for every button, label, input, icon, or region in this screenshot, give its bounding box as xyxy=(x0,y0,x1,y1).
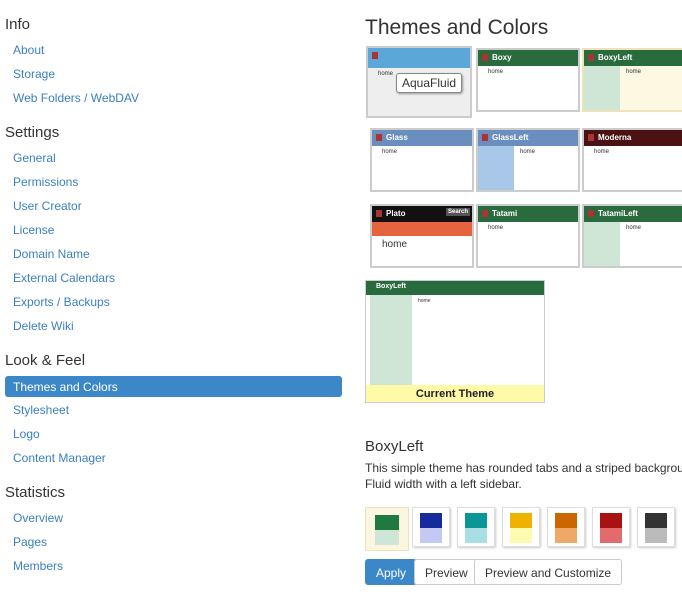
current-theme-label: Current Theme xyxy=(366,385,544,402)
theme-thumb-boxyleft[interactable]: BoxyLeft home xyxy=(582,48,682,112)
theme-thumb-glassleft[interactable]: GlassLeft home xyxy=(476,128,580,192)
sidebar-item-permissions[interactable]: Permissions xyxy=(13,175,78,189)
theme-thumb-title: Boxy xyxy=(478,50,578,66)
sidebar-item-content-manager[interactable]: Content Manager xyxy=(13,451,106,465)
theme-thumb-glass[interactable]: Glass home xyxy=(370,128,474,192)
sidebar-item-about[interactable]: About xyxy=(13,43,44,57)
theme-thumb-sidebar xyxy=(584,222,620,266)
section-heading: Look & Feel xyxy=(5,352,86,369)
theme-thumb-title: Glass xyxy=(372,130,472,146)
page-title: Themes and Colors xyxy=(365,16,549,39)
preview-button[interactable]: Preview xyxy=(414,559,479,585)
color-swatch[interactable] xyxy=(637,507,675,547)
sidebar-item-stylesheet[interactable]: Stylesheet xyxy=(13,403,69,417)
theme-thumb-title: Moderna xyxy=(584,130,682,146)
theme-thumb-plato[interactable]: Plato Search home xyxy=(370,204,474,268)
theme-thumb-home: home xyxy=(594,149,610,155)
color-swatch[interactable] xyxy=(592,507,630,547)
theme-thumb-sidebar xyxy=(584,66,620,110)
color-swatch[interactable] xyxy=(412,507,450,547)
current-theme-home: home xyxy=(418,298,431,304)
color-swatch[interactable] xyxy=(457,507,495,547)
current-theme-sidebar xyxy=(370,295,412,387)
section-heading: Statistics xyxy=(5,484,66,501)
plato-banner xyxy=(372,222,472,236)
theme-name: BoxyLeft xyxy=(365,438,424,455)
sidebar-item-general[interactable]: General xyxy=(13,151,56,165)
swatch-secondary xyxy=(375,530,399,545)
swatch-secondary xyxy=(465,528,487,543)
theme-description: This simple theme has rounded tabs and a… xyxy=(365,461,682,491)
section-heading: Info xyxy=(5,16,31,33)
swatch-secondary xyxy=(510,528,532,543)
swatch-primary xyxy=(555,513,577,528)
current-theme-header: BoxyLeft xyxy=(366,281,544,295)
sidebar-item-themes-and-colors[interactable]: Themes and Colors xyxy=(5,376,342,397)
apply-button[interactable]: Apply xyxy=(365,559,418,585)
theme-thumb-tatamileft[interactable]: TatamiLeft home xyxy=(582,204,682,268)
swatch-secondary xyxy=(420,528,442,543)
sidebar-item-members[interactable]: Members xyxy=(13,559,63,573)
sidebar-item-license[interactable]: License xyxy=(13,223,54,237)
swatch-primary xyxy=(465,513,487,528)
theme-thumb-sidebar xyxy=(478,146,514,190)
preview-customize-button[interactable]: Preview and Customize xyxy=(474,559,623,585)
theme-thumb-moderna[interactable]: Moderna home xyxy=(582,128,682,192)
sidebar-item-overview[interactable]: Overview xyxy=(13,511,63,525)
theme-thumb-tatami[interactable]: Tatami home xyxy=(476,204,580,268)
swatch-primary xyxy=(420,513,442,528)
theme-thumb-title: Tatami xyxy=(478,206,578,222)
theme-thumb-home: home xyxy=(488,69,504,75)
swatch-secondary xyxy=(600,528,622,543)
color-swatch[interactable] xyxy=(365,507,409,551)
theme-tooltip: AquaFluid xyxy=(396,73,463,93)
current-theme-preview: BoxyLeft home Current Theme xyxy=(365,280,545,403)
sidebar-item-web-folders-webdav[interactable]: Web Folders / WebDAV xyxy=(13,91,139,105)
theme-thumb-home: home xyxy=(488,225,504,231)
sidebar-item-user-creator[interactable]: User Creator xyxy=(13,199,82,213)
sidebar-item-logo[interactable]: Logo xyxy=(13,427,40,441)
theme-thumb-home: home xyxy=(382,149,398,155)
theme-thumb-title xyxy=(368,48,470,68)
color-swatch[interactable] xyxy=(547,507,585,547)
sidebar-item-pages[interactable]: Pages xyxy=(13,535,47,549)
sidebar-item-external-calendars[interactable]: External Calendars xyxy=(13,271,115,285)
theme-thumb-boxy[interactable]: Boxy home xyxy=(476,48,580,112)
sidebar-item-storage[interactable]: Storage xyxy=(13,67,55,81)
swatch-secondary xyxy=(645,528,667,543)
swatch-primary xyxy=(645,513,667,528)
section-heading: Settings xyxy=(5,124,60,141)
swatch-primary xyxy=(510,513,532,528)
plato-search: Search xyxy=(445,208,470,216)
theme-thumb-home: home xyxy=(382,239,408,250)
color-swatch[interactable] xyxy=(502,507,540,547)
theme-thumb-title: TatamiLeft xyxy=(584,206,682,222)
theme-thumb-title: BoxyLeft xyxy=(584,50,682,66)
swatch-secondary xyxy=(555,528,577,543)
sidebar-item-exports-backups[interactable]: Exports / Backups xyxy=(13,295,110,309)
sidebar-item-delete-wiki[interactable]: Delete Wiki xyxy=(13,319,74,333)
swatch-primary xyxy=(375,515,399,530)
swatch-primary xyxy=(600,513,622,528)
theme-thumb-title: GlassLeft xyxy=(478,130,578,146)
sidebar-item-domain-name[interactable]: Domain Name xyxy=(13,247,90,261)
